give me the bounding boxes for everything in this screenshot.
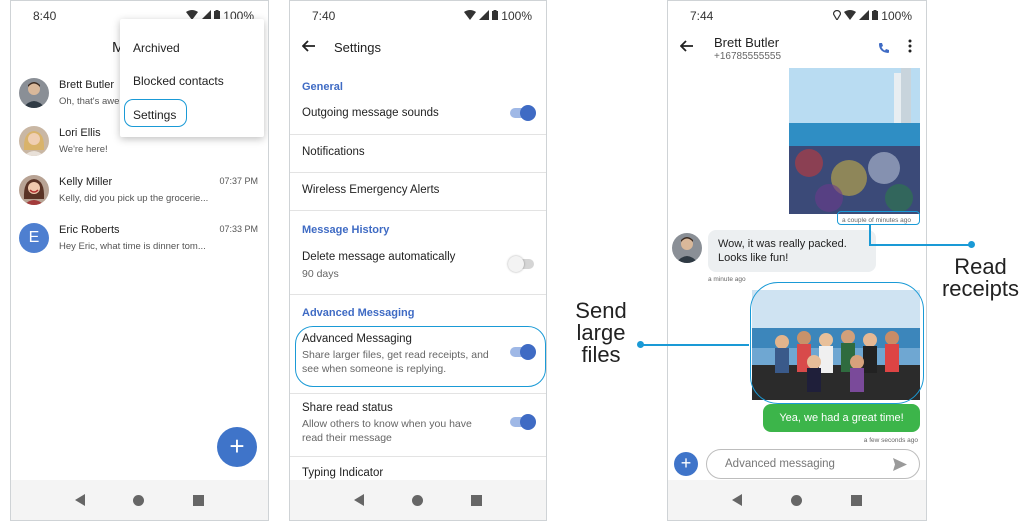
settings-app-bar: Settings <box>290 31 546 63</box>
avatar <box>19 126 49 156</box>
battery-icon <box>492 9 499 23</box>
status-time: 7:40 <box>312 9 336 23</box>
section-advanced-messaging: Advanced Messaging <box>302 307 415 319</box>
status-time: 7:44 <box>690 9 714 23</box>
chat-header: Brett Butler +16785555555 <box>668 31 926 65</box>
shared-photo-beach[interactable] <box>789 68 920 214</box>
system-nav-bar <box>11 480 268 520</box>
conversation-time: 07:37 PM <box>219 176 258 186</box>
system-nav-bar <box>668 480 926 520</box>
read-receipt-highlight <box>837 211 920 225</box>
add-attachment-button[interactable]: + <box>674 452 698 476</box>
page-title: Settings <box>334 39 381 55</box>
incoming-message: Wow, it was really packed. Looks like fu… <box>708 230 876 272</box>
home-icon[interactable] <box>133 494 145 506</box>
outgoing-timestamp: a few seconds ago <box>863 437 918 444</box>
annotation-read-receipts: Read receipts <box>941 254 1020 301</box>
status-bar: 7:40 100% <box>290 1 546 31</box>
contact-number: +16785555555 <box>714 50 782 62</box>
advanced-messaging-highlight <box>295 326 546 387</box>
section-general: General <box>302 81 343 93</box>
home-icon[interactable] <box>790 494 802 506</box>
wifi-icon <box>844 9 857 23</box>
outgoing-sounds-toggle[interactable] <box>510 105 536 121</box>
location-icon <box>833 9 842 23</box>
annotation-send-large-files: Send large files <box>575 298 627 367</box>
recents-icon[interactable] <box>192 494 204 506</box>
status-bar: 7:44 100% <box>668 1 926 31</box>
callout-line <box>869 224 871 245</box>
battery-level: 100% <box>881 9 912 23</box>
back-arrow-icon[interactable] <box>679 39 694 57</box>
setting-wireless-alerts[interactable]: Wireless Emergency Alerts <box>302 183 534 198</box>
phone-conversation-list: 8:40 100% M Brett Butler Oh, that's awe <box>10 0 269 521</box>
conversation-snippet: We're here! <box>59 144 108 155</box>
large-file-highlight <box>750 282 924 404</box>
menu-item-archived[interactable]: Archived <box>133 41 180 55</box>
phone-settings: 7:40 100% Settings General Outgoing mess… <box>289 0 547 521</box>
callout-line <box>641 344 749 346</box>
conversation-snippet: Hey Eric, what time is dinner tom... <box>59 241 206 252</box>
phone-call-icon[interactable] <box>878 41 890 59</box>
message-input-placeholder: Advanced messaging <box>725 458 835 470</box>
conversation-item-kelly[interactable]: Kelly Miller Kelly, did you pick up the … <box>19 172 260 216</box>
signal-icon <box>479 9 490 23</box>
back-arrow-icon[interactable] <box>301 39 316 55</box>
setting-outgoing-sounds[interactable]: Outgoing message sounds <box>302 106 534 121</box>
new-conversation-fab[interactable]: + <box>217 427 257 467</box>
phone-chat: 7:44 100% Brett Butler +16785555555 a co… <box>667 0 927 521</box>
compose-bar: + Advanced messaging <box>674 449 920 479</box>
recents-icon[interactable] <box>471 494 482 506</box>
conversation-item-eric[interactable]: E Eric Roberts Hey Eric, what time is di… <box>19 220 260 264</box>
conversation-snippet: Kelly, did you pick up the grocerie... <box>59 193 209 204</box>
system-nav-bar <box>290 480 546 520</box>
avatar <box>19 78 49 108</box>
callout-line <box>869 244 972 246</box>
battery-level: 100% <box>501 9 532 23</box>
signal-icon <box>859 9 870 23</box>
back-icon[interactable] <box>354 494 364 506</box>
send-icon[interactable] <box>893 458 907 476</box>
menu-item-blocked-contacts[interactable]: Blocked contacts <box>133 74 224 88</box>
outgoing-message: Yea, we had a great time! <box>763 404 920 432</box>
avatar-initial: E <box>19 223 49 253</box>
recents-icon[interactable] <box>850 494 862 506</box>
battery-icon <box>872 9 879 23</box>
setting-share-read-status[interactable]: Share read status Allow others to know w… <box>302 401 494 445</box>
avatar <box>672 233 702 263</box>
more-options-icon[interactable] <box>908 39 912 58</box>
contact-name: Brett Butler <box>714 34 780 50</box>
section-message-history: Message History <box>302 224 390 236</box>
avatar <box>19 175 49 205</box>
settings-highlight <box>124 99 187 127</box>
back-icon[interactable] <box>75 494 86 506</box>
conversation-time: 07:33 PM <box>219 224 258 234</box>
overflow-menu: Archived Blocked contacts Settings <box>120 19 264 137</box>
back-icon[interactable] <box>732 494 743 506</box>
share-read-status-toggle[interactable] <box>510 414 536 430</box>
setting-typing-indicator[interactable]: Typing Indicator <box>302 466 534 481</box>
home-icon[interactable] <box>412 494 423 506</box>
wifi-icon <box>464 9 477 23</box>
delete-automatically-toggle[interactable] <box>508 256 534 272</box>
status-time: 8:40 <box>33 9 57 23</box>
message-input[interactable]: Advanced messaging <box>706 449 920 479</box>
setting-notifications[interactable]: Notifications <box>302 145 534 160</box>
incoming-timestamp: a minute ago <box>708 276 746 283</box>
setting-delete-automatically[interactable]: Delete message automatically 90 days <box>302 250 534 281</box>
callout-dot <box>968 241 975 248</box>
